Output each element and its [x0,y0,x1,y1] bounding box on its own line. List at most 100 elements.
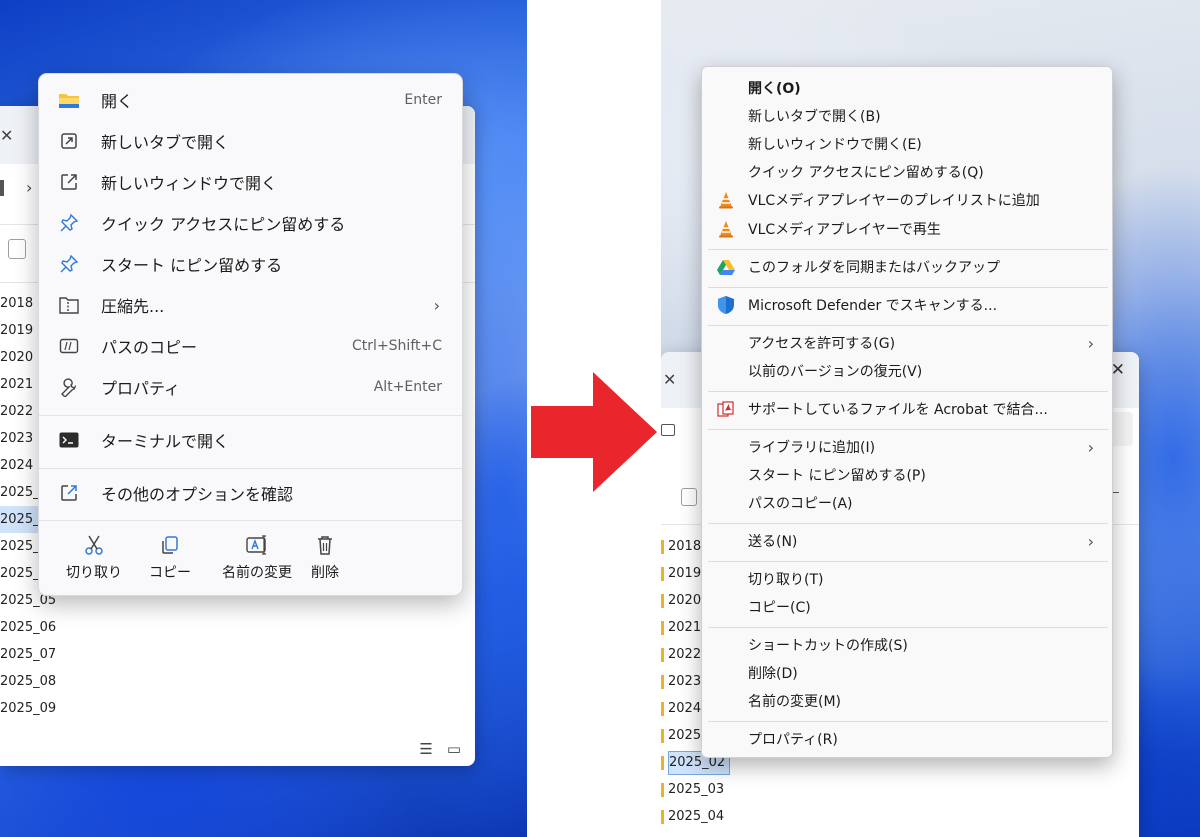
menu-item-label: ターミナルで開く [101,432,230,451]
menu-item-send-to[interactable]: 送る(N) › [706,527,1108,555]
menu-item-label: 新しいウィンドウで開く [101,174,278,193]
right-screenshot: ✕ ✕ 2018 2019 2020 2021 2022 2023 2024 2… [661,0,1200,837]
file-item[interactable]: 2025_09 [0,695,56,722]
file-item[interactable]: 2025_07 [0,641,56,668]
menu-item-google-drive-sync[interactable]: このフォルダを同期またはバックアップ [706,253,1108,281]
menu-item-label: 切り取り(T) [748,572,824,588]
menu-item-open[interactable]: 開く Enter [45,81,456,119]
divider [39,468,462,469]
menu-item-more-options[interactable]: その他のオプションを確認 [45,474,456,512]
menu-item-properties[interactable]: プロパティ Alt+Enter [45,368,456,406]
menu-item-cut[interactable]: 切り取り(T) [706,565,1108,593]
menu-item-open[interactable]: 開く(O) [706,74,1108,102]
defender-shield-icon [716,295,736,315]
google-drive-icon [716,257,736,277]
menu-item-rename[interactable]: 名前の変更(M) [706,687,1108,715]
divider [708,561,1108,562]
folder-icon [661,620,664,635]
menu-item-pin-start[interactable]: スタート にピン留めする [45,245,456,283]
menu-item-label: 以前のバージョンの復元(V) [748,364,923,380]
divider [39,415,462,416]
divider [708,249,1108,250]
pin-icon [58,253,80,275]
menu-item-pin-quick-access[interactable]: クイック アクセスにピン留めする(Q) [706,158,1108,186]
menu-item-copy[interactable]: コピー(C) [706,593,1108,621]
red-arrow-icon [531,372,657,492]
chevron-right-icon: › [1087,531,1094,551]
clipboard-icon[interactable] [8,239,26,259]
menu-item-label: コピー(C) [748,600,811,616]
menu-item-open-new-tab[interactable]: 新しいタブで開く [45,122,456,160]
menu-item-acrobat-combine[interactable]: サポートしているファイルを Acrobat で結合... [706,395,1108,423]
menu-item-add-to-library[interactable]: ライブラリに追加(I) › [706,433,1108,461]
shortcut-text: Enter [404,92,442,108]
folder-icon [661,539,664,554]
menu-item-label: パスのコピー [101,338,198,357]
menu-item-label: Microsoft Defender でスキャンする... [748,298,998,314]
copy-icon [125,530,215,560]
more-options-icon [58,482,80,504]
menu-item-label: 新しいウィンドウで開く(E) [748,137,922,153]
menu-item-delete[interactable]: 削除(D) [706,659,1108,687]
copy-button[interactable]: コピー [125,530,215,590]
file-item[interactable]: 2025_06 [0,614,56,641]
menu-item-restore-versions[interactable]: 以前のバージョンの復元(V) [706,357,1108,385]
file-name: 2022 [668,647,702,662]
menu-item-vlc-play[interactable]: VLCメディアプレイヤーで再生 [706,215,1108,243]
menu-item-label: 削除(D) [748,666,798,682]
file-name: 2019 [668,566,702,581]
menu-item-copy-path[interactable]: パスのコピー(A) [706,489,1108,517]
file-item[interactable]: 2025_03 [661,776,730,803]
menu-item-label: アクセスを許可する(G) [748,336,896,352]
menu-item-create-shortcut[interactable]: ショートカットの作成(S) [706,631,1108,659]
file-item[interactable]: 2025_08 [0,668,56,695]
menu-item-open-new-window[interactable]: 新しいウィンドウで開く [45,163,456,201]
file-name: 2023 [668,674,702,689]
copy-label: コピー [149,565,191,581]
menu-item-label: 新しいタブで開く(B) [748,109,881,125]
tiles-view-icon[interactable]: ▭ [447,740,461,758]
tab-close-icon[interactable]: ✕ [663,370,676,389]
menu-item-pin-quick-access[interactable]: クイック アクセスにピン留めする [45,204,456,242]
details-view-icon[interactable]: ☰ [419,740,432,758]
zip-folder-icon [58,294,80,316]
menu-item-open-terminal[interactable]: ターミナルで開く [45,421,456,459]
menu-item-copy-path[interactable]: パスのコピー Ctrl+Shift+C [45,327,456,365]
menu-item-label: クイック アクセスにピン留めする(Q) [748,165,984,181]
folder-icon [661,674,664,689]
file-name: 2020 [668,593,702,608]
divider [39,520,462,521]
divider [708,325,1108,326]
menu-item-properties[interactable]: プロパティ(R) [706,725,1108,753]
tab-close-icon[interactable]: ✕ [0,126,14,145]
menu-item-label: プロパティ(R) [748,732,838,748]
menu-item-grant-access[interactable]: アクセスを許可する(G) › [706,329,1108,357]
menu-item-label: 開く(O) [748,81,801,97]
folder-icon [661,647,664,662]
new-tab-icon [58,130,80,152]
menu-item-vlc-add-playlist[interactable]: VLCメディアプレイヤーのプレイリストに追加 [706,186,1108,214]
copy-path-icon [58,335,80,357]
menu-item-compress[interactable]: 圧縮先... › [45,286,456,324]
wrench-icon [58,376,80,398]
chevron-right-icon: › [433,295,440,315]
folder-icon [661,809,664,824]
chevron-right-icon[interactable]: › [26,178,32,197]
pin-icon [58,212,80,234]
folder-icon [661,566,664,581]
clipboard-icon[interactable] [681,488,697,506]
menu-item-label: ショートカットの作成(S) [748,638,908,654]
menu-item-label: スタート にピン留めする [101,256,283,275]
menu-item-defender-scan[interactable]: Microsoft Defender でスキャンする... [706,291,1108,319]
menu-item-open-new-tab[interactable]: 新しいタブで開く(B) [706,102,1108,130]
menu-item-open-new-window[interactable]: 新しいウィンドウで開く(E) [706,130,1108,158]
delete-button[interactable]: 削除 [289,530,361,590]
acrobat-icon [716,399,736,419]
trash-icon [289,530,361,560]
terminal-icon [58,429,80,451]
menu-item-pin-start[interactable]: スタート にピン留めする(P) [706,461,1108,489]
menu-item-label: このフォルダを同期またはバックアップ [748,260,1000,276]
divider [708,429,1108,430]
file-item[interactable]: 2025_04 [661,803,730,830]
this-pc-icon[interactable] [661,424,675,436]
